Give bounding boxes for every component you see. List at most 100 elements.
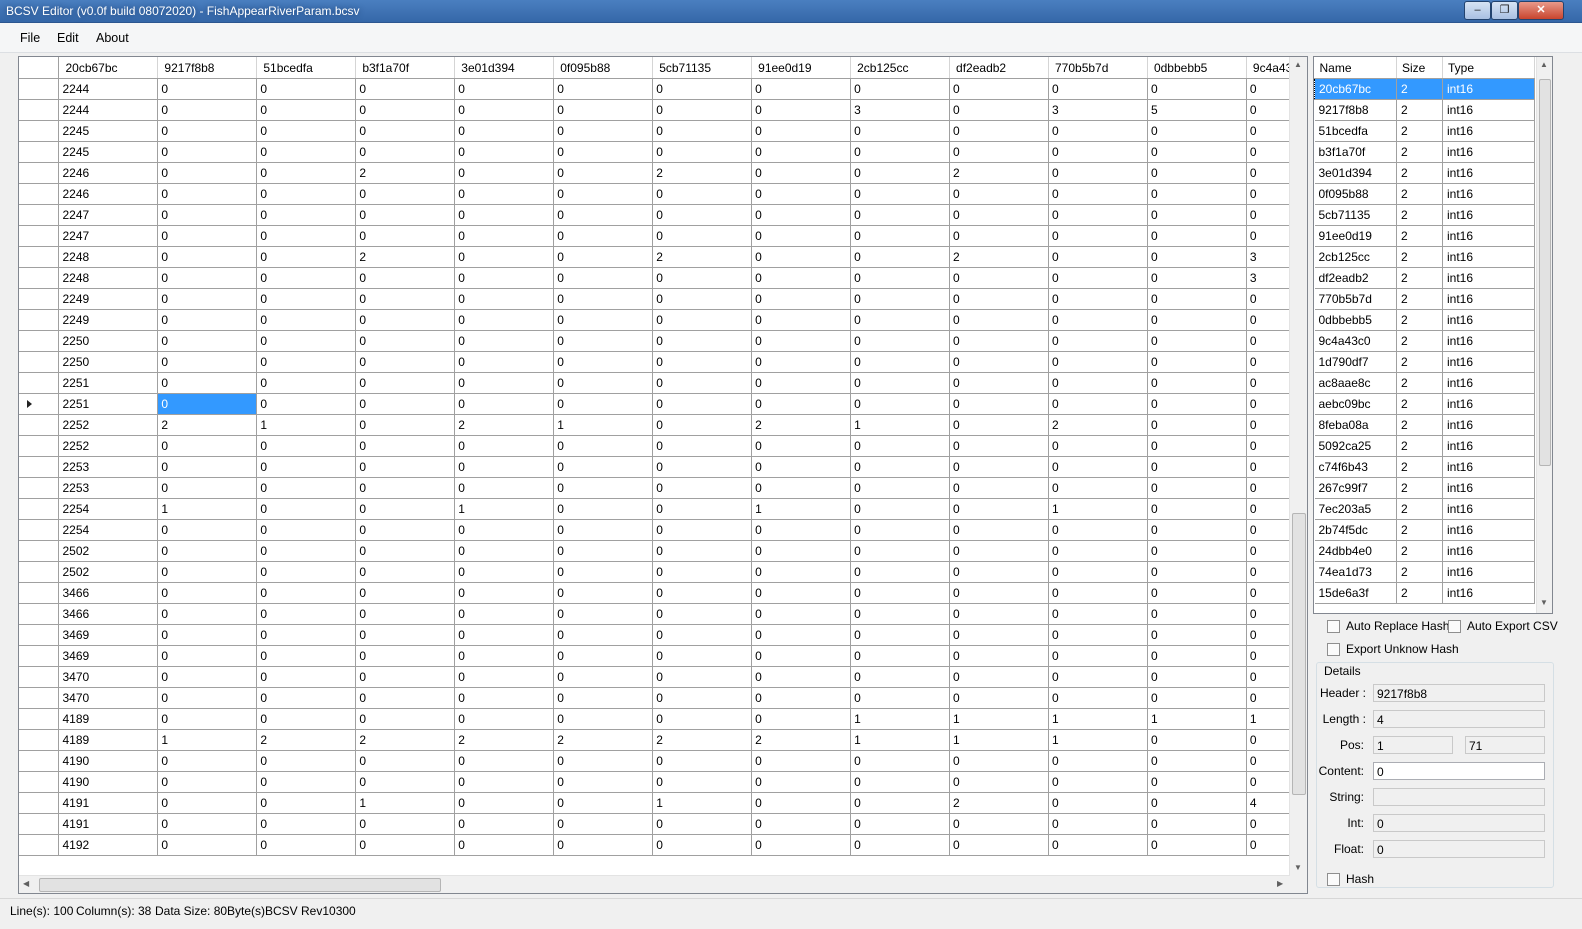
grid-cell[interactable]: 2246 — [58, 162, 159, 184]
table-row[interactable]: 3469 0 0 0 0 0 0 0 0 0 0 0 0 — [19, 645, 1307, 667]
grid-cell[interactable]: 0 — [1147, 183, 1247, 205]
grid-cell[interactable]: 0 — [652, 750, 753, 772]
field-list-item[interactable]: 8feba08a 2 int16 — [1314, 414, 1535, 436]
grid-cell[interactable]: 4192 — [58, 834, 159, 856]
grid-cell[interactable]: 0 — [256, 561, 357, 583]
grid-cell[interactable]: 0 — [949, 540, 1049, 562]
grid-cell[interactable]: 0 — [454, 330, 555, 352]
grid-cell[interactable]: 0 — [553, 435, 654, 457]
grid-cell[interactable]: 0 — [157, 204, 258, 226]
row-header[interactable] — [19, 540, 60, 562]
grid-cell[interactable]: 0 — [256, 519, 357, 541]
grid-cell[interactable]: 0 — [256, 78, 357, 100]
grid-cell[interactable]: 0 — [256, 393, 357, 415]
grid-cell[interactable]: 0 — [157, 435, 258, 457]
grid-cell[interactable]: 0 — [850, 225, 951, 247]
column-header[interactable]: 0f095b88 — [553, 57, 654, 79]
field-list-item[interactable]: 0dbbebb5 2 int16 — [1314, 309, 1535, 331]
grid-cell[interactable]: 0 — [652, 603, 753, 625]
grid-cell[interactable]: 3469 — [58, 624, 159, 646]
grid-cell[interactable]: 0 — [850, 792, 951, 814]
grid-cell[interactable]: 0 — [454, 771, 555, 793]
grid-cell[interactable]: 0 — [157, 771, 258, 793]
grid-cell[interactable]: 0 — [949, 834, 1049, 856]
float-field[interactable]: 0 — [1373, 840, 1545, 858]
field-list-item[interactable]: 3e01d394 2 int16 — [1314, 162, 1535, 184]
grid-cell[interactable]: 0 — [454, 351, 555, 373]
grid-cell[interactable]: 0 — [751, 225, 852, 247]
table-row[interactable]: 2250 0 0 0 0 0 0 0 0 0 0 0 0 — [19, 330, 1307, 352]
grid-cell[interactable]: 2254 — [58, 498, 159, 520]
grid-cell[interactable]: 0 — [355, 687, 456, 709]
grid-cell[interactable]: 0 — [1048, 834, 1148, 856]
grid-cell[interactable]: 0 — [454, 813, 555, 835]
grid-cell[interactable]: 2502 — [58, 561, 159, 583]
field-list-item[interactable]: 5092ca25 2 int16 — [1314, 435, 1535, 457]
grid-cell[interactable]: 0 — [157, 225, 258, 247]
string-field[interactable] — [1373, 788, 1545, 806]
grid-cell[interactable]: 0 — [1048, 288, 1148, 310]
grid-cell[interactable]: 0 — [1048, 204, 1148, 226]
grid-cell[interactable]: 0 — [652, 771, 753, 793]
grid-cell[interactable]: 0 — [355, 519, 456, 541]
field-list-item[interactable]: 5cb71135 2 int16 — [1314, 204, 1535, 226]
grid-cell[interactable]: 0 — [553, 561, 654, 583]
grid-cell[interactable]: 0 — [256, 666, 357, 688]
grid-cell[interactable]: 0 — [256, 120, 357, 142]
grid-cell[interactable]: 4190 — [58, 771, 159, 793]
grid-cell[interactable]: 0 — [1048, 582, 1148, 604]
grid-cell[interactable]: 1 — [157, 498, 258, 520]
row-header[interactable] — [19, 624, 60, 646]
grid-cell[interactable]: 0 — [1147, 246, 1247, 268]
table-row[interactable]: 2252 2 1 0 2 1 0 2 1 0 2 0 0 — [19, 414, 1307, 436]
grid-cell[interactable]: 2 — [355, 246, 456, 268]
grid-cell[interactable]: 1 — [454, 498, 555, 520]
grid-cell[interactable]: 2244 — [58, 99, 159, 121]
grid-cell[interactable]: 0 — [949, 666, 1049, 688]
grid-cell[interactable]: 0 — [751, 330, 852, 352]
grid-cell[interactable]: 0 — [1048, 183, 1148, 205]
grid-cell[interactable]: 0 — [454, 519, 555, 541]
grid-cell[interactable]: 0 — [256, 624, 357, 646]
grid-cell[interactable]: 0 — [1048, 351, 1148, 373]
grid-cell[interactable]: 0 — [949, 120, 1049, 142]
row-header[interactable] — [19, 561, 60, 583]
field-list-item[interactable]: aebc09bc 2 int16 — [1314, 393, 1535, 415]
grid-vertical-scroll-thumb[interactable] — [1292, 513, 1306, 795]
grid-cell[interactable]: 2 — [652, 162, 753, 184]
grid-cell[interactable]: 0 — [553, 603, 654, 625]
grid-cell[interactable]: 2 — [553, 729, 654, 751]
grid-cell[interactable]: 0 — [850, 204, 951, 226]
grid-cell[interactable]: 0 — [256, 288, 357, 310]
grid-cell[interactable]: 1 — [157, 729, 258, 751]
grid-cell[interactable]: 0 — [454, 288, 555, 310]
grid-cell[interactable]: 0 — [355, 372, 456, 394]
grid-cell[interactable]: 0 — [850, 477, 951, 499]
grid-cell[interactable]: 0 — [1147, 687, 1247, 709]
grid-cell[interactable]: 0 — [553, 582, 654, 604]
grid-cell[interactable]: 0 — [850, 141, 951, 163]
field-list-item[interactable]: 7ec203a5 2 int16 — [1314, 498, 1535, 520]
table-row[interactable]: 2247 0 0 0 0 0 0 0 0 0 0 0 0 — [19, 225, 1307, 247]
grid-cell[interactable]: 0 — [850, 393, 951, 415]
grid-cell[interactable]: 0 — [553, 162, 654, 184]
row-header[interactable] — [19, 393, 60, 415]
scroll-up-icon[interactable]: ▲ — [1294, 60, 1302, 69]
grid-cell[interactable]: 0 — [751, 666, 852, 688]
grid-cell[interactable]: 0 — [949, 330, 1049, 352]
table-row[interactable]: 2244 0 0 0 0 0 0 0 0 0 0 0 0 — [19, 78, 1307, 100]
grid-cell[interactable]: 0 — [751, 267, 852, 289]
grid-cell[interactable]: 0 — [355, 708, 456, 730]
grid-cell[interactable]: 0 — [850, 519, 951, 541]
grid-cell[interactable]: 0 — [157, 582, 258, 604]
table-row[interactable]: 2247 0 0 0 0 0 0 0 0 0 0 0 0 — [19, 204, 1307, 226]
grid-cell[interactable]: 3466 — [58, 582, 159, 604]
grid-cell[interactable]: 0 — [454, 225, 555, 247]
grid-cell[interactable]: 1 — [1147, 708, 1247, 730]
grid-cell[interactable]: 5 — [1147, 99, 1247, 121]
grid-cell[interactable]: 0 — [1147, 561, 1247, 583]
grid-cell[interactable]: 0 — [949, 750, 1049, 772]
grid-cell[interactable]: 0 — [652, 477, 753, 499]
grid-cell[interactable]: 0 — [850, 288, 951, 310]
row-header[interactable] — [19, 687, 60, 709]
